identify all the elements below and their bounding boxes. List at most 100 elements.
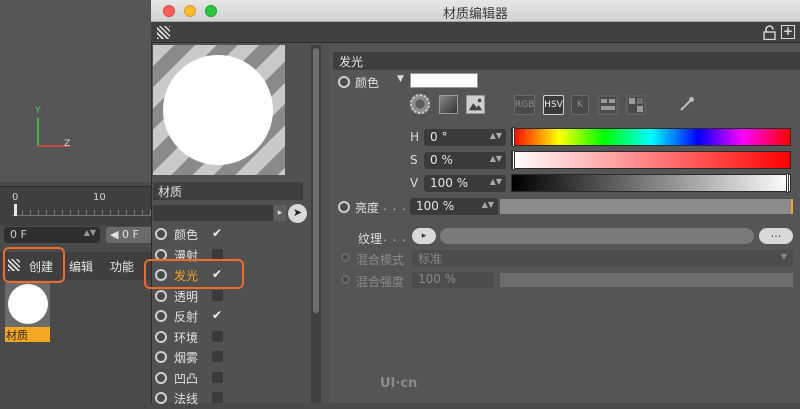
brightness-slider-fill xyxy=(500,199,793,214)
hue-slider-knob[interactable] xyxy=(512,127,515,147)
channel-checkbox[interactable] xyxy=(212,371,223,383)
swatches-icon[interactable] xyxy=(626,95,646,115)
color-dropdown-arrow-icon[interactable]: ▼ xyxy=(397,74,404,84)
value-label: V xyxy=(410,176,419,190)
channel-animate-radio[interactable] xyxy=(155,289,167,302)
channel-row[interactable]: 反射 ✔ xyxy=(155,307,305,327)
axis-z-label: Z xyxy=(64,139,71,149)
material-name-field[interactable] xyxy=(153,205,273,221)
color-label: 颜色 xyxy=(355,76,380,90)
3d-viewport[interactable] xyxy=(0,0,152,182)
texture-more-button[interactable]: ... xyxy=(759,228,793,244)
image-icon[interactable] xyxy=(466,95,485,114)
channel-animate-radio[interactable] xyxy=(155,330,167,343)
channel-label[interactable]: 法线 xyxy=(174,390,198,407)
channel-checkbox[interactable]: ✔ xyxy=(212,227,223,239)
channel-label[interactable]: 环境 xyxy=(174,329,198,346)
color-wheel-icon[interactable] xyxy=(410,94,430,114)
blend-mode-dropdown[interactable]: 标准 ▼ xyxy=(412,250,793,266)
channel-row[interactable]: 透明 xyxy=(155,287,305,307)
highlight-create xyxy=(3,247,65,283)
channel-animate-radio[interactable] xyxy=(155,310,167,322)
channel-row[interactable]: 烟雾 xyxy=(155,348,305,368)
hue-field[interactable]: 0 ° ▲▼ xyxy=(424,129,506,146)
blend-strength-radio[interactable] xyxy=(341,275,350,284)
brightness-label: 亮度 xyxy=(355,201,380,215)
material-section-title: 材质 xyxy=(153,182,303,200)
blend-strength-slider[interactable] xyxy=(500,273,793,287)
channel-animate-radio[interactable] xyxy=(155,371,167,384)
glow-section-header: 发光 xyxy=(333,52,800,70)
channel-row[interactable]: 凹凸 xyxy=(155,369,305,389)
channel-label[interactable]: 反射 xyxy=(174,308,198,325)
channel-checkbox[interactable] xyxy=(212,351,223,362)
channel-label[interactable]: 凹凸 xyxy=(174,370,198,387)
material-name-label[interactable]: 材质 xyxy=(5,327,50,342)
stepper-icon[interactable]: ▲▼ xyxy=(84,228,96,237)
channel-checkbox[interactable] xyxy=(212,289,223,301)
hue-slider[interactable] xyxy=(511,127,791,147)
color-animate-radio[interactable] xyxy=(338,76,350,88)
blend-mode-radio[interactable] xyxy=(341,253,350,262)
brightness-field[interactable]: 100 % ▲▼ xyxy=(410,198,498,215)
channel-label[interactable]: 颜色 xyxy=(174,226,198,243)
channel-label[interactable]: 烟雾 xyxy=(174,349,198,366)
channel-checkbox[interactable]: ✔ xyxy=(212,309,223,321)
blend-strength-field[interactable]: 100 % xyxy=(412,272,494,288)
value-slider-knob[interactable] xyxy=(786,173,789,193)
texture-arrow-button[interactable]: ▸ xyxy=(412,228,436,244)
value-field[interactable]: 100 % ▲▼ xyxy=(424,175,506,192)
brightness-animate-radio[interactable] xyxy=(338,201,350,213)
new-window-icon[interactable]: + xyxy=(781,25,795,39)
channel-scrollbar-thumb[interactable] xyxy=(313,48,319,313)
spectrum-icon[interactable] xyxy=(439,95,458,114)
channel-row[interactable]: 法线 xyxy=(155,389,305,409)
menu-function[interactable]: 功能 xyxy=(110,258,134,275)
menu-edit[interactable]: 编辑 xyxy=(69,258,93,275)
lock-icon[interactable] xyxy=(763,25,776,40)
channel-animate-radio[interactable] xyxy=(155,351,167,363)
channel-animate-radio[interactable] xyxy=(155,392,167,404)
channel-checkbox[interactable] xyxy=(212,392,223,403)
channel-checkbox[interactable] xyxy=(212,248,223,260)
timeline-tick-10: 10 xyxy=(93,192,106,203)
mode-kelvin-button[interactable]: K xyxy=(571,95,589,115)
editor-toolbar xyxy=(151,22,800,43)
current-frame-field[interactable]: 0 F ▲▼ xyxy=(4,227,100,243)
channel-animate-radio[interactable] xyxy=(155,228,167,240)
channel-checkbox[interactable] xyxy=(212,330,223,342)
texture-slot[interactable] xyxy=(440,228,754,244)
preview-sphere xyxy=(163,55,273,165)
timeline-playhead[interactable] xyxy=(14,204,17,216)
stepper-icon[interactable]: ▲▼ xyxy=(490,177,502,186)
current-frame-value: 0 F xyxy=(10,228,27,241)
brightness-value: 100 % xyxy=(416,199,455,213)
stepper-icon[interactable]: ▲▼ xyxy=(490,131,502,140)
channel-row[interactable]: 颜色 ✔ xyxy=(155,225,305,245)
saturation-slider[interactable] xyxy=(511,150,791,170)
value-value: 100 % xyxy=(430,176,469,190)
mode-rgb-button[interactable]: RGB xyxy=(514,95,535,115)
timeline-ruler[interactable] xyxy=(12,206,152,216)
mixer-icon[interactable] xyxy=(598,95,618,115)
pick-cursor-icon[interactable]: ➤ xyxy=(288,204,307,223)
panel-grip-icon[interactable] xyxy=(157,26,170,39)
watermark-logo: UI·cn xyxy=(380,376,418,391)
stepper-icon[interactable]: ▲▼ xyxy=(482,200,494,209)
brightness-slider[interactable] xyxy=(500,199,793,214)
window-title: 材质编辑器 xyxy=(442,7,508,22)
start-frame-field[interactable]: ◀ 0 F xyxy=(106,227,152,243)
channel-row[interactable]: 环境 xyxy=(155,328,305,348)
hue-label: H xyxy=(410,130,420,144)
eyedropper-icon[interactable] xyxy=(678,95,696,113)
stepper-icon[interactable]: ▲▼ xyxy=(490,154,502,163)
highlight-glow-channel xyxy=(144,259,244,289)
mode-hsv-button[interactable]: HSV xyxy=(543,95,564,115)
color-swatch[interactable] xyxy=(410,73,478,88)
value-slider[interactable] xyxy=(511,173,791,193)
saturation-slider-knob[interactable] xyxy=(512,150,515,170)
saturation-field[interactable]: 0 % ▲▼ xyxy=(424,152,506,169)
channel-label[interactable]: 透明 xyxy=(174,288,198,305)
name-field-arrow-icon[interactable]: ▸ xyxy=(274,205,286,221)
saturation-value: 0 % xyxy=(430,153,453,167)
